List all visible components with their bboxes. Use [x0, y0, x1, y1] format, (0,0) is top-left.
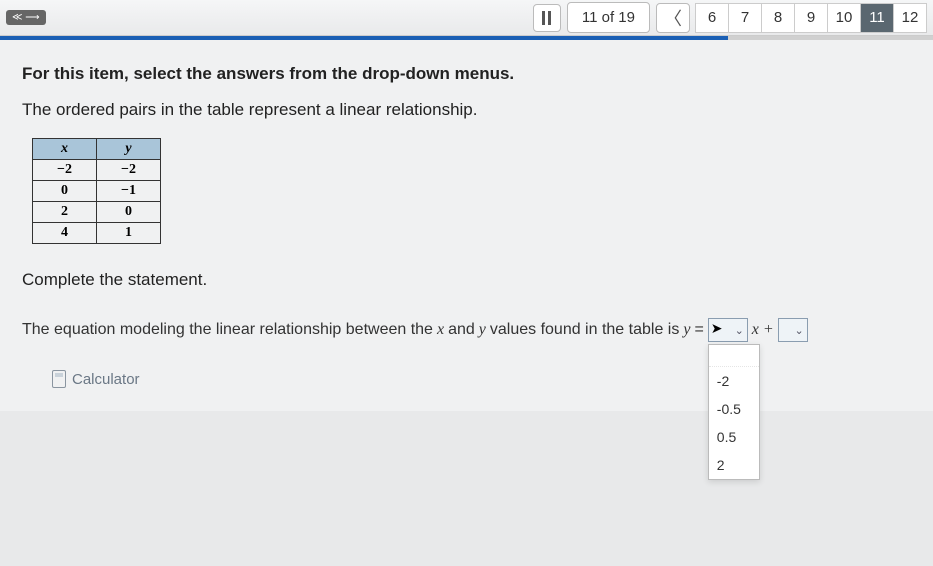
progress-fill [0, 36, 728, 40]
nav-chip[interactable]: ≪ ⟶ [6, 10, 46, 25]
eq-text: The equation modeling the linear relatio… [22, 321, 433, 339]
qnav-item-11[interactable]: 11 [860, 3, 894, 33]
equation-line: The equation modeling the linear relatio… [22, 318, 911, 342]
pause-bar-icon [542, 11, 545, 25]
table-row: 20 [33, 202, 161, 223]
qnav-item-12[interactable]: 12 [893, 3, 927, 33]
prev-button[interactable]: 〈 [656, 3, 690, 33]
qnav-item-8[interactable]: 8 [761, 3, 795, 33]
cell-y: −2 [97, 160, 161, 181]
dropdown-menu: -2-0.50.52 [708, 344, 760, 480]
slope-dropdown-wrap: ⌄ ➤ -2-0.50.52 [708, 318, 748, 342]
table-row: 0−1 [33, 181, 161, 202]
description: The ordered pairs in the table represent… [22, 100, 911, 120]
x-plus: x + [752, 321, 774, 339]
dropdown-option[interactable]: -0.5 [709, 395, 759, 423]
data-table: x y −2−20−12041 [32, 138, 161, 244]
pause-button[interactable] [533, 4, 561, 32]
cell-x: 4 [33, 223, 97, 244]
col-header-x: x [33, 139, 97, 160]
qnav-item-10[interactable]: 10 [827, 3, 861, 33]
calculator-button[interactable]: Calculator [52, 370, 140, 388]
table-row: 41 [33, 223, 161, 244]
cell-y: 1 [97, 223, 161, 244]
top-toolbar: ≪ ⟶ 11 of 19 〈 6789101112 [0, 0, 933, 36]
cell-y: 0 [97, 202, 161, 223]
cell-x: −2 [33, 160, 97, 181]
qnav-item-6[interactable]: 6 [695, 3, 729, 33]
cell-x: 0 [33, 181, 97, 202]
eq-equals: = [694, 321, 703, 339]
page-count: 11 of 19 [567, 2, 650, 33]
calculator-label: Calculator [72, 371, 140, 388]
progress-track [0, 36, 933, 40]
qnav-item-9[interactable]: 9 [794, 3, 828, 33]
dropdown-option[interactable]: 2 [709, 451, 759, 479]
chevron-down-icon: ⌄ [735, 324, 744, 337]
dropdown-option[interactable]: 0.5 [709, 423, 759, 451]
var-y: y [479, 321, 486, 339]
table-row: −2−2 [33, 160, 161, 181]
instruction: For this item, select the answers from t… [22, 64, 911, 84]
complete-statement: Complete the statement. [22, 270, 911, 290]
dropdown-blank[interactable] [709, 345, 759, 367]
col-header-y: y [97, 139, 161, 160]
pause-bar-icon [548, 11, 551, 25]
qnav-item-7[interactable]: 7 [728, 3, 762, 33]
slope-dropdown[interactable]: ⌄ [708, 318, 748, 342]
eq-text: values found in the table is [490, 321, 679, 339]
var-y: y [683, 321, 690, 339]
cell-x: 2 [33, 202, 97, 223]
intercept-dropdown[interactable]: ⌄ [778, 318, 808, 342]
var-x: x [437, 321, 444, 339]
calculator-icon [52, 370, 66, 388]
chevron-down-icon: ⌄ [794, 324, 803, 337]
question-nav: 6789101112 [696, 3, 927, 33]
dropdown-option[interactable]: -2 [709, 367, 759, 395]
question-content: For this item, select the answers from t… [0, 40, 933, 411]
eq-text: and [448, 321, 475, 339]
cell-y: −1 [97, 181, 161, 202]
